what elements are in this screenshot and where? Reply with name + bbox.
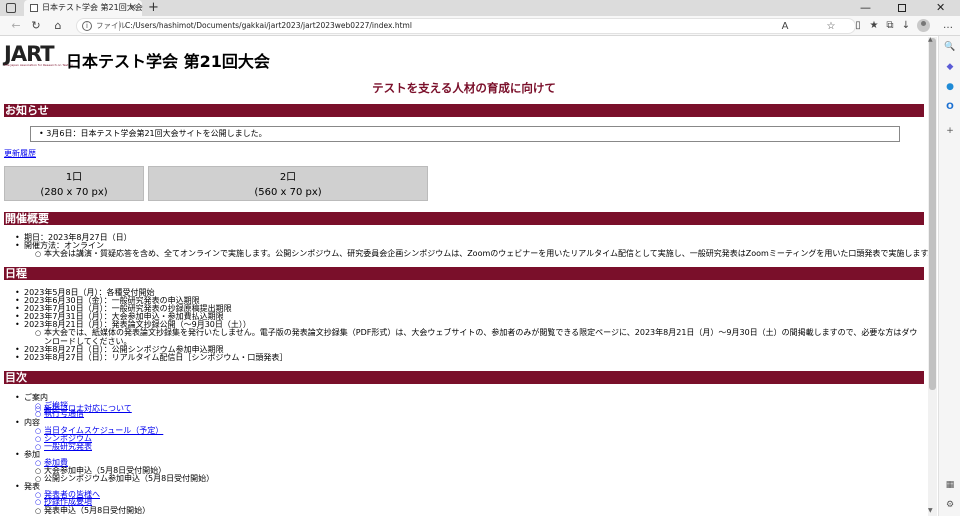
page-subtitle: テストを支える人材の育成に向けて	[372, 81, 556, 95]
window-close-icon[interactable]: ✕	[936, 0, 945, 16]
refresh-icon[interactable]: ↻	[28, 18, 44, 34]
edge-sidebar: 🔍 ◆ ● O + ▦ ⚙	[938, 36, 960, 516]
tab-title: 日本テスト学会 第21回大会	[42, 3, 143, 12]
notice-item: 3月6日：日本テスト学会第21回大会サイトを公開しました。	[46, 129, 267, 138]
sponsor-banner-2[interactable]: 2口 (560 x 70 px)	[148, 166, 428, 201]
sponsor-banner-1[interactable]: 1口 (280 x 70 px)	[4, 166, 144, 201]
scroll-down-icon[interactable]: ▼	[928, 507, 933, 515]
toc-item: 公開シンポジウム参加申込（5月8日受付開始）	[35, 474, 214, 484]
search-icon[interactable]: 🔍	[943, 40, 957, 54]
page-content: JART The Japan Association for Research …	[0, 37, 928, 516]
banner-2-label: 2口	[279, 172, 297, 183]
banner-1-label: 1口	[65, 172, 83, 183]
more-menu-icon[interactable]: …	[940, 18, 956, 34]
scrollbar-thumb[interactable]	[929, 38, 936, 390]
tab-actions-icon[interactable]	[6, 3, 16, 13]
favorite-icon[interactable]: ☆	[823, 19, 839, 35]
maximize-icon[interactable]	[898, 4, 906, 12]
notice-box: • 3月6日：日本テスト学会第21回大会サイトを公開しました。	[30, 126, 900, 142]
section-heading-news: お知らせ	[4, 104, 924, 117]
banner-2-size: (560 x 70 px)	[254, 187, 322, 198]
logo-text: JART	[4, 42, 55, 66]
toc-link[interactable]: 一般研究発表	[35, 442, 92, 452]
info-icon[interactable]: i	[82, 21, 92, 31]
update-history-link[interactable]: 更新履歴	[4, 148, 36, 160]
profile-avatar[interactable]	[917, 19, 930, 32]
toc-item: 発表申込（5月8日受付開始）	[35, 506, 150, 516]
overview-subitem: 本大会は講演・質疑応答を含め、全てオンラインで実施します。公開シンポジウム、研究…	[35, 249, 928, 259]
scroll-up-icon[interactable]: ▲	[928, 36, 933, 44]
toc-link[interactable]: 執行号通信	[35, 409, 84, 419]
add-app-icon[interactable]: +	[943, 124, 957, 138]
tab-bar: 日本テスト学会 第21回大会 × + — ✕	[0, 0, 960, 16]
section-heading-overview: 開催概要	[4, 212, 924, 225]
page-favicon-icon	[30, 4, 38, 12]
downloads-icon[interactable]: ↓	[898, 18, 914, 34]
settings-icon[interactable]: ⚙	[943, 498, 957, 512]
banner-1-size: (280 x 70 px)	[40, 187, 108, 198]
address-separator	[119, 21, 120, 31]
layout-icon[interactable]: ▦	[943, 478, 957, 492]
tab-close-icon[interactable]: ×	[129, 1, 137, 15]
collections-icon[interactable]: ⧉	[882, 18, 898, 34]
shopping-icon[interactable]: ◆	[943, 60, 957, 74]
tab-active[interactable]: 日本テスト学会 第21回大会 ×	[24, 0, 143, 16]
back-icon[interactable]: ←	[8, 18, 24, 34]
read-aloud-icon[interactable]: A	[777, 19, 793, 35]
address-prefix: ファイル	[96, 21, 126, 30]
jart-logo: JART The Japan Association for Research …	[4, 42, 73, 69]
section-heading-toc: 目次	[4, 371, 924, 384]
schedule-subitem: 本大会では、紙媒体の発表論文抄録集を発行いたしません。電子版の発表論文抄録集（P…	[35, 328, 920, 346]
section-heading-schedule: 日程	[4, 267, 924, 280]
favorites-icon[interactable]: ★	[866, 18, 882, 34]
logo-subtext: The Japan Association for Research on Te…	[4, 63, 73, 67]
new-tab-button[interactable]: +	[148, 0, 159, 16]
tools-icon[interactable]: ●	[943, 80, 957, 94]
schedule-item: 2023年8月27日（日）：リアルタイム配信日［シンポジウム・口頭発表］	[15, 353, 287, 363]
outlook-icon[interactable]: O	[943, 100, 957, 114]
home-icon[interactable]: ⌂	[50, 18, 66, 34]
minimize-icon[interactable]: —	[860, 0, 871, 16]
address-url[interactable]: C:/Users/hashimot/Documents/gakkai/jart2…	[125, 20, 412, 32]
page-title: 日本テスト学会 第21回大会	[66, 52, 270, 71]
browser-toolbar: ← ↻ ⌂ i ファイル C:/Users/hashimot/Documents…	[0, 16, 960, 36]
split-screen-icon[interactable]: ▯	[850, 18, 866, 34]
address-bar[interactable]: i ファイル C:/Users/hashimot/Documents/gakka…	[76, 18, 856, 34]
